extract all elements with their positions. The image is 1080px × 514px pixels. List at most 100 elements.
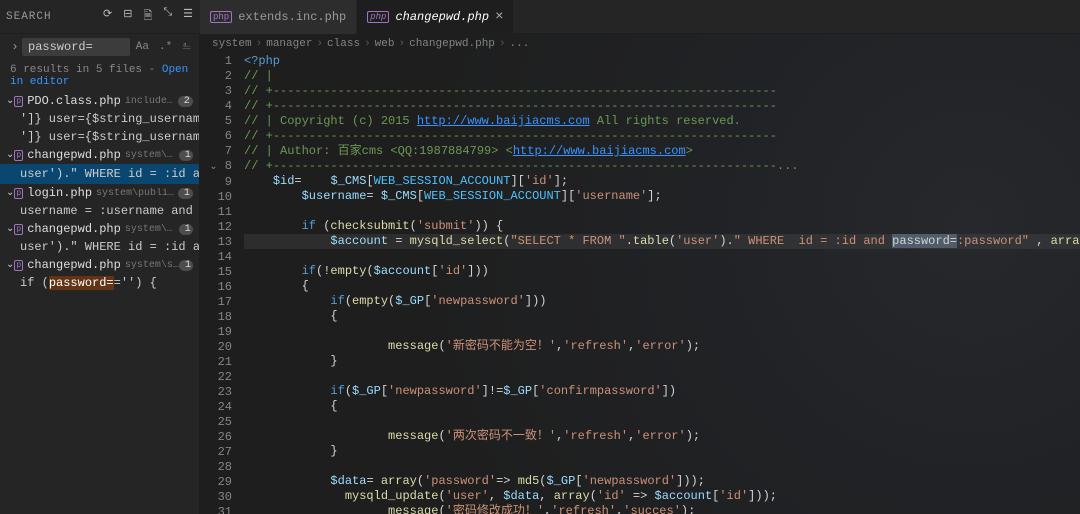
tab-changepwd.php[interactable]: phpchangepwd.php× bbox=[357, 0, 514, 34]
tab-label: changepwd.php bbox=[395, 10, 489, 24]
code-line[interactable]: $account = mysqld_select("SELECT * FROM … bbox=[244, 234, 1080, 249]
code-line[interactable]: if(empty($_GP['newpassword'])) bbox=[244, 294, 1080, 309]
line-number: 18 bbox=[200, 310, 232, 325]
code-line[interactable] bbox=[244, 369, 1080, 384]
search-file-row[interactable]: ⌄pchangepwd.phpsystem\shopwap\template\.… bbox=[0, 256, 199, 274]
code-line[interactable]: if(!empty($account['id'])) bbox=[244, 264, 1080, 279]
search-file-row[interactable]: ⌄pchangepwd.phpsystem\public\class\web1 bbox=[0, 220, 199, 238]
search-expand-icon[interactable]: › bbox=[8, 40, 22, 54]
expand-all-icon[interactable]: ☰ bbox=[183, 7, 194, 26]
search-option[interactable]: .* bbox=[159, 41, 172, 53]
search-input[interactable]: password= bbox=[22, 38, 130, 56]
code-line[interactable]: // | bbox=[244, 69, 1080, 84]
code-line[interactable]: // +------------------------------------… bbox=[244, 84, 1080, 99]
search-match-row[interactable]: username = :username and password=:passw… bbox=[0, 202, 199, 220]
code-line[interactable]: mysqld_update('user', $data, array('id' … bbox=[244, 489, 1080, 504]
code-line[interactable]: // | Copyright (c) 2015 http://www.baiji… bbox=[244, 114, 1080, 129]
match-count-badge: 1 bbox=[178, 188, 193, 199]
match-count-badge: 2 bbox=[178, 96, 193, 107]
match-text: ']} user={$string_username} password={$s… bbox=[20, 130, 199, 144]
code-line[interactable]: <?php bbox=[244, 54, 1080, 69]
code-line[interactable] bbox=[244, 324, 1080, 339]
code-line[interactable] bbox=[244, 414, 1080, 429]
breadcrumb-item[interactable]: ... bbox=[510, 38, 530, 50]
tab-label: extends.inc.php bbox=[238, 10, 346, 24]
gutter: 1234567⌄ 8910111213141516171819202122232… bbox=[200, 54, 244, 514]
search-match-row[interactable]: if (password=='') { bbox=[0, 274, 199, 292]
file-path: system\shopwap\template\... bbox=[125, 260, 179, 271]
search-query-text: password= bbox=[28, 40, 93, 54]
code-line[interactable]: { bbox=[244, 279, 1080, 294]
clear-search-icon[interactable]: ⊟ bbox=[123, 7, 133, 26]
new-search-editor-icon[interactable]: 🗎 bbox=[143, 7, 153, 26]
code-area[interactable]: 1234567⌄ 8910111213141516171819202122232… bbox=[200, 54, 1080, 514]
search-option[interactable]: Aa bbox=[136, 41, 149, 53]
breadcrumb-sep: › bbox=[364, 38, 371, 50]
match-count-badge: 1 bbox=[179, 150, 193, 161]
search-panel-header: SEARCH ⟳ ⊟ 🗎 ⤡ ☰ bbox=[0, 0, 200, 34]
line-number: 26 bbox=[200, 430, 232, 445]
line-number: 14 bbox=[200, 250, 232, 265]
collapse-all-icon[interactable]: ⤡ bbox=[163, 7, 173, 26]
search-match-row[interactable]: user')." WHERE id = :id and password=:pa… bbox=[0, 164, 199, 184]
chevron-down-icon: ⌄ bbox=[6, 223, 14, 235]
match-text: user')." WHERE id = :id and password=:pa… bbox=[20, 240, 199, 254]
php-file-icon: p bbox=[14, 150, 23, 161]
line-number: 29 bbox=[200, 475, 232, 490]
tab-close-icon[interactable]: × bbox=[495, 9, 503, 25]
search-match-row[interactable]: user')." WHERE id = :id and password=:pa… bbox=[0, 238, 199, 256]
php-file-icon: p bbox=[14, 224, 23, 235]
titlebar: SEARCH ⟳ ⊟ 🗎 ⤡ ☰ phpextends.inc.phpphpch… bbox=[0, 0, 1080, 34]
search-file-row[interactable]: ⌄plogin.phpsystem\public\class\mobile1 bbox=[0, 184, 199, 202]
code-line[interactable]: { bbox=[244, 399, 1080, 414]
breadcrumb-sep: › bbox=[398, 38, 405, 50]
line-number: 2 bbox=[200, 69, 232, 84]
code-line[interactable] bbox=[244, 204, 1080, 219]
breadcrumb-item[interactable]: system bbox=[212, 38, 252, 50]
code-line[interactable]: $id= $_CMS[WEB_SESSION_ACCOUNT]['id']; bbox=[244, 174, 1080, 189]
tab-extends.inc.php[interactable]: phpextends.inc.php bbox=[200, 0, 357, 34]
code-line[interactable] bbox=[244, 459, 1080, 474]
search-match-row[interactable]: ']} user={$string_username} password={$s… bbox=[0, 128, 199, 146]
code-line[interactable]: } bbox=[244, 444, 1080, 459]
refresh-icon[interactable]: ⟳ bbox=[103, 7, 113, 26]
breadcrumb-item[interactable]: class bbox=[327, 38, 360, 50]
code-line[interactable]: // +------------------------------------… bbox=[244, 129, 1080, 144]
file-path: system\public\class\mobile bbox=[96, 188, 178, 199]
file-name: changepwd.php bbox=[27, 148, 121, 162]
line-number: 28 bbox=[200, 460, 232, 475]
line-number: 7 bbox=[200, 144, 232, 159]
match-count-badge: 1 bbox=[179, 260, 193, 271]
code-line[interactable]: { bbox=[244, 309, 1080, 324]
breadcrumb[interactable]: system›manager›class›web›changepwd.php›.… bbox=[200, 34, 1080, 54]
breadcrumb-item[interactable]: changepwd.php bbox=[409, 38, 495, 50]
file-name: changepwd.php bbox=[27, 258, 121, 272]
breadcrumb-item[interactable]: manager bbox=[266, 38, 312, 50]
code-line[interactable]: $data= array('password'=> md5($_GP['newp… bbox=[244, 474, 1080, 489]
results-tree: ⌄pPDO.class.phpincludes\lib\pdo2']} user… bbox=[0, 92, 199, 514]
line-number: 12 bbox=[200, 220, 232, 235]
search-file-row[interactable]: ⌄pPDO.class.phpincludes\lib\pdo2 bbox=[0, 92, 199, 110]
code-line[interactable]: } bbox=[244, 354, 1080, 369]
search-match-row[interactable]: ']} user={$string_username} password={$s… bbox=[0, 110, 199, 128]
editor-pane: system›manager›class›web›changepwd.php›.… bbox=[200, 34, 1080, 514]
code-line[interactable]: message('两次密码不一致！','refresh','error'); bbox=[244, 429, 1080, 444]
code-line[interactable]: message('密码修改成功！','refresh','succes'); bbox=[244, 504, 1080, 514]
chevron-down-icon: ⌄ bbox=[6, 187, 14, 199]
code-line[interactable]: // +------------------------------------… bbox=[244, 159, 1080, 174]
search-file-row[interactable]: ⌄pchangepwd.phpsystem\manager\class\web1 bbox=[0, 146, 199, 164]
line-number: 27 bbox=[200, 445, 232, 460]
breadcrumb-item[interactable]: web bbox=[375, 38, 395, 50]
code-line[interactable]: $username= $_CMS[WEB_SESSION_ACCOUNT]['u… bbox=[244, 189, 1080, 204]
code-line[interactable]: if (checksubmit('submit')) { bbox=[244, 219, 1080, 234]
code-line[interactable]: if($_GP['newpassword']!=$_GP['confirmpas… bbox=[244, 384, 1080, 399]
code-content[interactable]: <?php// |// +---------------------------… bbox=[244, 54, 1080, 514]
chevron-down-icon: ⌄ bbox=[6, 95, 14, 107]
search-option[interactable]: ⎁ bbox=[182, 41, 191, 53]
code-line[interactable]: message('新密码不能为空！','refresh','error'); bbox=[244, 339, 1080, 354]
code-line[interactable]: // | Author: 百家cms <QQ:1987884799> <http… bbox=[244, 144, 1080, 159]
code-line[interactable]: // +------------------------------------… bbox=[244, 99, 1080, 114]
line-number: 20 bbox=[200, 340, 232, 355]
code-line[interactable] bbox=[244, 249, 1080, 264]
line-number: 19 bbox=[200, 325, 232, 340]
